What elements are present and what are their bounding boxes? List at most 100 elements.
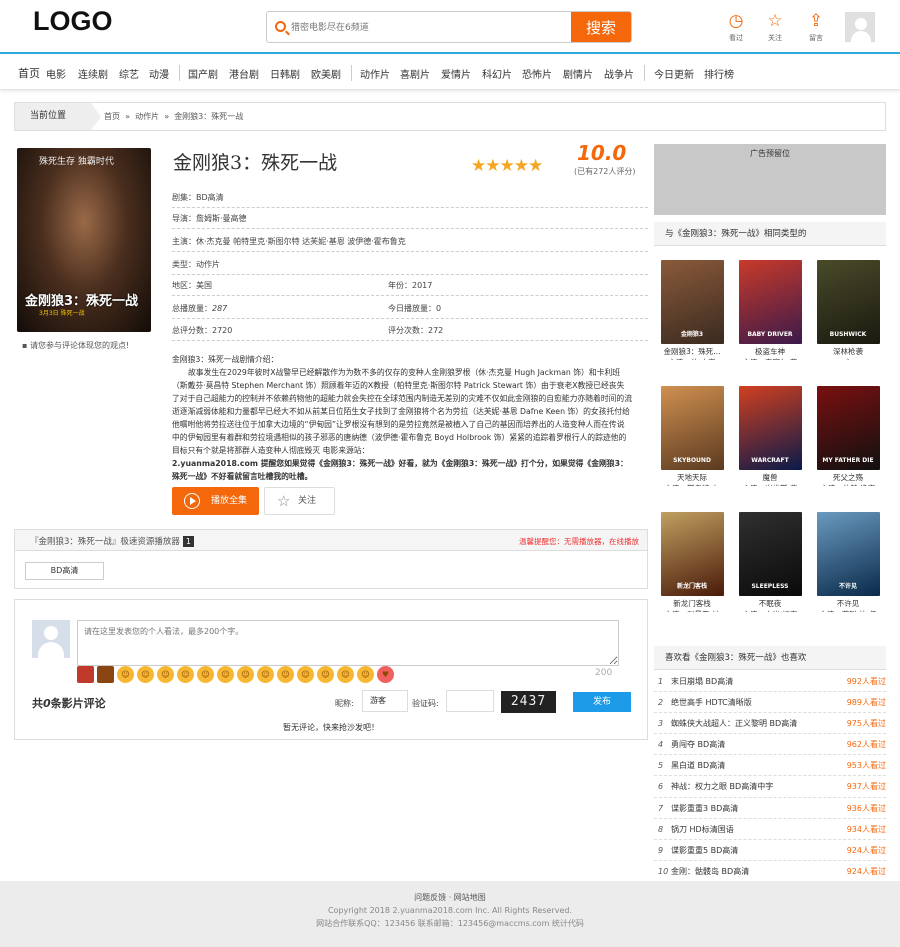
captcha-image[interactable]: 2437 <box>501 691 556 713</box>
rank-title[interactable]: 末日崩塌 BD高清 <box>671 671 733 692</box>
related-poster[interactable]: BUSHWICK <box>816 260 880 344</box>
related-movie-card[interactable]: BABY DRIVER 极盗车神主演：安塞尔·艾 <box>731 260 809 360</box>
rank-title[interactable]: 蜘蛛侠大战超人：正义黎明 BD高清 <box>671 713 797 734</box>
related-movie-name[interactable]: 金刚狼3：殊死... <box>653 347 731 357</box>
list-item[interactable]: 2 绝世高手 HDTC清晰版 989人看过 <box>654 692 886 714</box>
nav-item-anime[interactable]: 动漫 <box>149 66 169 81</box>
emoji-icon[interactable]: ☺ <box>217 666 234 683</box>
nav-item-hktw[interactable]: 港台剧 <box>229 66 259 81</box>
breadcrumb-category[interactable]: 动作片 <box>135 112 159 121</box>
nickname-input[interactable]: 游客 <box>362 690 408 712</box>
related-movie-card[interactable]: BUSHWICK 深林枪袭主 <box>809 260 887 360</box>
emoji-sofa-icon[interactable] <box>77 666 94 683</box>
nav-item-home[interactable]: 首页 <box>18 65 40 81</box>
comment-textarea[interactable] <box>77 620 619 666</box>
emoji-icon[interactable]: ☺ <box>177 666 194 683</box>
captcha-input[interactable] <box>446 690 494 712</box>
nav-item-comedy[interactable]: 喜剧片 <box>400 66 430 81</box>
nav-item-jpkr[interactable]: 日韩剧 <box>270 66 300 81</box>
rank-title[interactable]: 金刚：骷髅岛 BD高清 <box>671 861 749 882</box>
list-item[interactable]: 3 蜘蛛侠大战超人：正义黎明 BD高清 975人看过 <box>654 713 886 735</box>
emoji-icon[interactable]: ☺ <box>157 666 174 683</box>
comment-hint[interactable]: ▪ 请您参与评论体现您的观点! <box>22 340 129 351</box>
search-input[interactable] <box>291 18 561 38</box>
list-item[interactable]: 4 勇闯夺 BD高清 962人看过 <box>654 734 886 756</box>
related-movie-card[interactable]: 不许见不许见主演：薛聪·沈 任 <box>809 512 887 612</box>
user-avatar[interactable] <box>845 12 875 42</box>
related-movie-name[interactable]: 不许见 <box>809 599 887 609</box>
related-movie-name[interactable]: 极盗车神 <box>731 347 809 357</box>
emoji-icon[interactable]: ☺ <box>357 666 374 683</box>
related-movie-name[interactable]: 天地天际 <box>653 473 731 483</box>
emoji-icon[interactable]: ☺ <box>317 666 334 683</box>
nav-item-drama[interactable]: 剧情片 <box>563 66 593 81</box>
emoji-table-icon[interactable] <box>97 666 114 683</box>
related-movie-card[interactable]: WARCRAFT 魔兽主演：崔维斯·费 <box>731 386 809 486</box>
footer-links[interactable]: 问题反馈 · 网站地图 <box>0 891 900 904</box>
related-poster[interactable]: 不许见 <box>816 512 880 596</box>
related-poster[interactable]: 金刚狼3 <box>660 260 724 344</box>
emoji-icon[interactable]: ☺ <box>197 666 214 683</box>
nav-item-western[interactable]: 欧美剧 <box>311 66 341 81</box>
emoji-icon[interactable]: ☺ <box>257 666 274 683</box>
nav-item-domestic[interactable]: 国产剧 <box>188 66 218 81</box>
movie-poster[interactable]: 殊死生存 独霸时代 金刚狼3：殊死一战 3月3日 殊死一战 <box>17 148 151 332</box>
list-item[interactable]: 6 神战：权力之眼 BD高清中字 937人看过 <box>654 776 886 798</box>
submit-comment-button[interactable]: 发布 <box>573 692 631 712</box>
rank-title[interactable]: 谍影重重3 BD高清 <box>671 798 738 819</box>
related-movie-name[interactable]: 深林枪袭 <box>809 347 887 357</box>
nav-item-ranking[interactable]: 排行榜 <box>704 66 734 81</box>
emoji-icon[interactable]: ☺ <box>117 666 134 683</box>
search-button[interactable]: 搜索 <box>571 12 631 42</box>
related-movie-name[interactable]: 不眠夜 <box>731 599 809 609</box>
emoji-heart-icon[interactable]: ♥ <box>377 666 394 683</box>
related-movie-name[interactable]: 魔兽 <box>731 473 809 483</box>
list-item[interactable]: 7 谍影重重3 BD高清 936人看过 <box>654 798 886 819</box>
related-movie-card[interactable]: SKYBOUND 天地天际主演：斯考特·布 <box>653 386 731 486</box>
emoji-icon[interactable]: ☺ <box>137 666 154 683</box>
list-item[interactable]: 8 锅刀 HD标清国语 934人看过 <box>654 819 886 840</box>
rank-title[interactable]: 黑白道 BD高清 <box>671 755 725 776</box>
ad-slot[interactable]: 广告预留位 <box>654 144 886 215</box>
emoji-icon[interactable]: ☺ <box>277 666 294 683</box>
related-movie-card[interactable]: 新龙门客栈新龙门客栈主演：张曼玉 林 <box>653 512 731 612</box>
rank-title[interactable]: 神战：权力之眼 BD高清中字 <box>671 776 773 797</box>
related-movie-name[interactable]: 新龙门客栈 <box>653 599 731 609</box>
related-movie-name[interactable]: 死父之殇 <box>809 473 887 483</box>
nav-item-scifi[interactable]: 科幻片 <box>482 66 512 81</box>
list-item[interactable]: 5 黑白道 BD高清 953人看过 <box>654 755 886 777</box>
follow-button[interactable]: ☆ 关注 <box>264 487 335 515</box>
related-poster[interactable]: SKYBOUND <box>660 386 724 470</box>
emoji-icon[interactable]: ☺ <box>237 666 254 683</box>
list-item[interactable]: 9 谍影重重5 BD高清 924人看过 <box>654 840 886 861</box>
list-item[interactable]: 1 末日崩塌 BD高清 992人看过 <box>654 671 886 693</box>
emoji-icon[interactable]: ☺ <box>337 666 354 683</box>
play-all-button[interactable]: 播放全集 <box>172 487 259 515</box>
rating-stars[interactable]: ★★★★★ <box>471 156 543 176</box>
related-movie-card[interactable]: MY FATHER DIE 死父之殇主演：约翰·逸李 <box>809 386 887 486</box>
related-poster[interactable]: 新龙门客栈 <box>660 512 724 596</box>
rank-title[interactable]: 谍影重重5 BD高清 <box>671 840 738 861</box>
nav-item-horror[interactable]: 恐怖片 <box>522 66 552 81</box>
nav-item-variety[interactable]: 综艺 <box>119 66 139 81</box>
breadcrumb-home[interactable]: 首页 <box>104 112 120 121</box>
list-item[interactable]: 10 金刚：骷髅岛 BD高清 924人看过 <box>654 861 886 882</box>
nav-item-today[interactable]: 今日更新 <box>654 66 694 81</box>
nav-item-action[interactable]: 动作片 <box>360 66 390 81</box>
rank-title[interactable]: 锅刀 HD标清国语 <box>671 819 734 840</box>
favorites-button[interactable]: ☆ 关注 <box>760 12 790 43</box>
nav-item-series[interactable]: 连续剧 <box>78 66 108 81</box>
related-movie-card[interactable]: SLEEPLESS 不眠夜主演：杰米·福克 <box>731 512 809 612</box>
history-button[interactable]: ◷ 看过 <box>721 12 751 43</box>
related-movie-card[interactable]: 金刚狼3 金刚狼3：殊死...主演：休·杰克 <box>653 260 731 360</box>
nav-item-war[interactable]: 战争片 <box>604 66 634 81</box>
nav-item-movie[interactable]: 电影 <box>46 66 66 81</box>
related-poster[interactable]: WARCRAFT <box>738 386 802 470</box>
site-logo[interactable]: LOGO <box>33 6 113 37</box>
nav-item-romance[interactable]: 爱情片 <box>441 66 471 81</box>
rank-title[interactable]: 绝世高手 HDTC清晰版 <box>671 692 752 713</box>
rank-title[interactable]: 勇闯夺 BD高清 <box>671 734 725 755</box>
related-poster[interactable]: SLEEPLESS <box>738 512 802 596</box>
related-poster[interactable]: BABY DRIVER <box>738 260 802 344</box>
message-button[interactable]: ⇪ 留言 <box>801 12 831 43</box>
